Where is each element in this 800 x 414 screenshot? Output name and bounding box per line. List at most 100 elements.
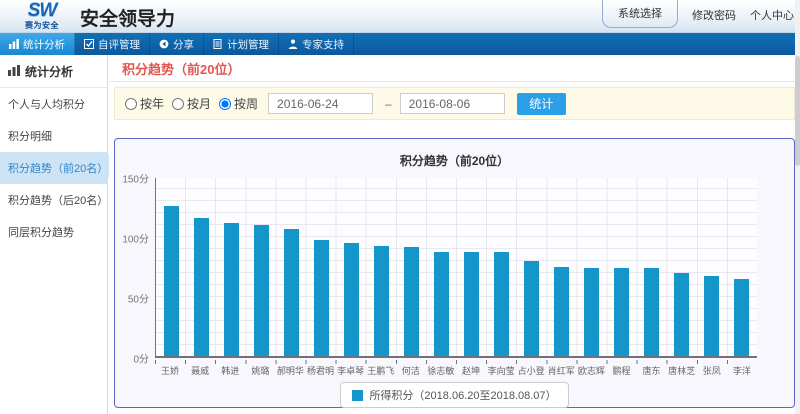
bar-slot [276, 178, 306, 356]
bar-slot [396, 178, 426, 356]
app-header: SW 赛为安全 安全领导力 系统选择 修改密码 个人中心 [0, 0, 800, 33]
logo-subtitle: 赛为安全 [14, 20, 70, 31]
x-label: 欧志辉 [576, 364, 606, 377]
chart-legend[interactable]: 所得积分（2018.06.20至2018.08.07） [340, 382, 568, 408]
period-radio-label: 按月 [187, 95, 211, 112]
y-tick: 0分 [115, 351, 149, 366]
x-label: 徐志敏 [426, 364, 456, 377]
bar-slot [637, 178, 667, 356]
bar-郝明华 [284, 229, 299, 356]
bar-slot [727, 178, 757, 356]
bar-王鹏飞 [374, 246, 389, 356]
x-label: 肖红军 [546, 364, 576, 377]
change-password-link[interactable]: 修改密码 [692, 7, 736, 23]
statistics-button[interactable]: 统计 [517, 93, 566, 115]
x-label: 聂威 [185, 364, 215, 377]
bar-唐林芝 [674, 273, 689, 356]
nav-item-4[interactable]: 专家支持 [279, 33, 354, 55]
bar-唐东 [644, 268, 659, 356]
x-label: 姚璐 [245, 364, 275, 377]
x-label: 韩进 [215, 364, 245, 377]
bar-王娇 [164, 206, 179, 356]
expert-icon [288, 39, 298, 49]
y-tick: 50分 [115, 291, 149, 306]
system-select-button[interactable]: 系统选择 [602, 0, 678, 28]
nav-item-2[interactable]: 分享 [150, 33, 204, 55]
period-radio-input-2[interactable] [219, 98, 231, 110]
bar-聂威 [194, 218, 209, 356]
scrollbar-thumb[interactable] [795, 56, 800, 166]
sidebar-header-label: 统计分析 [25, 63, 73, 80]
check-square-icon [84, 39, 94, 49]
app-title: 安全领导力 [80, 4, 175, 31]
period-radio-input-1[interactable] [172, 98, 184, 110]
nav-item-label: 自评管理 [98, 37, 140, 52]
date-to-input[interactable] [400, 93, 505, 114]
bar-张凤 [704, 276, 719, 356]
period-radio-2[interactable]: 按周 [219, 95, 258, 112]
bar-slot [487, 178, 517, 356]
main-nav: 统计分析 自评管理分享 计划管理专家支持 [0, 33, 800, 55]
nav-item-0[interactable]: 统计分析 [0, 33, 75, 55]
period-radio-1[interactable]: 按月 [172, 95, 211, 112]
chart-y-axis: 0分50分100分150分 [115, 178, 151, 358]
bar-slot [456, 178, 486, 356]
sidebar-item-3[interactable]: 积分趋势（后20名） [0, 184, 107, 216]
bar-赵坤 [464, 252, 479, 356]
nav-item-label: 计划管理 [227, 37, 269, 52]
scrollbar-track[interactable] [795, 0, 800, 414]
chart-plot [155, 178, 757, 358]
personal-center-link[interactable]: 个人中心 [750, 7, 794, 23]
y-tick: 150分 [115, 171, 149, 186]
x-label: 唐东 [637, 364, 667, 377]
nav-item-1[interactable]: 自评管理 [75, 33, 150, 55]
x-label: 杨君明 [305, 364, 335, 377]
date-range-separator: – [385, 97, 392, 111]
bar-韩进 [224, 223, 239, 356]
x-label: 占小登 [516, 364, 546, 377]
nav-item-3[interactable]: 计划管理 [204, 33, 279, 55]
bar-slot [426, 178, 456, 356]
bar-slot [517, 178, 547, 356]
x-label: 鹏程 [606, 364, 636, 377]
sidebar-header: 统计分析 [0, 55, 107, 88]
chart-card: 积分趋势（前20位） 0分50分100分150分 王娇聂威韩进姚璐郝明华杨君明李… [114, 138, 795, 408]
bar-欧志辉 [584, 268, 599, 356]
x-label: 李卓琴 [336, 364, 366, 377]
bar-slot [156, 178, 186, 356]
bar-slot [667, 178, 697, 356]
period-radio-input-0[interactable] [125, 98, 137, 110]
chart-x-labels: 王娇聂威韩进姚璐郝明华杨君明李卓琴王鹏飞何洁徐志敏赵坤李向莹占小登肖红军欧志辉鹏… [155, 364, 757, 377]
sidebar-item-0[interactable]: 个人与人均积分 [0, 88, 107, 120]
x-label: 张凤 [697, 364, 727, 377]
sidebar-item-2[interactable]: 积分趋势（前20名） [0, 152, 107, 184]
bar-slot [577, 178, 607, 356]
bar-占小登 [524, 261, 539, 356]
bar-鹏程 [614, 268, 629, 356]
bar-slot [607, 178, 637, 356]
bar-slot [216, 178, 246, 356]
sidebar-item-4[interactable]: 同层积分趋势 [0, 216, 107, 248]
page-title-bar: 积分趋势（前20位） [109, 55, 800, 82]
legend-swatch-icon [352, 390, 363, 401]
plan-icon [213, 39, 223, 49]
bar-李向莹 [494, 252, 509, 356]
bar-徐志敏 [434, 252, 449, 356]
legend-label: 所得积分（2018.06.20至2018.08.07） [369, 387, 556, 403]
bar-slot [547, 178, 577, 356]
bar-slot [186, 178, 216, 356]
bar-李洋 [734, 279, 749, 356]
period-radio-0[interactable]: 按年 [125, 95, 164, 112]
bar-slot [336, 178, 366, 356]
x-label: 李洋 [727, 364, 757, 377]
main-content: 积分趋势（前20位） 按年按月按周 – 统计 积分趋势（前20位） 0分50分1… [109, 55, 800, 414]
x-label: 何洁 [396, 364, 426, 377]
period-radio-label: 按周 [234, 95, 258, 112]
date-from-input[interactable] [268, 93, 373, 114]
sidebar-item-1[interactable]: 积分明细 [0, 120, 107, 152]
bar-李卓琴 [344, 243, 359, 356]
bar-slot [366, 178, 396, 356]
x-label: 王娇 [155, 364, 185, 377]
bar-姚璐 [254, 225, 269, 356]
x-label: 赵坤 [456, 364, 486, 377]
